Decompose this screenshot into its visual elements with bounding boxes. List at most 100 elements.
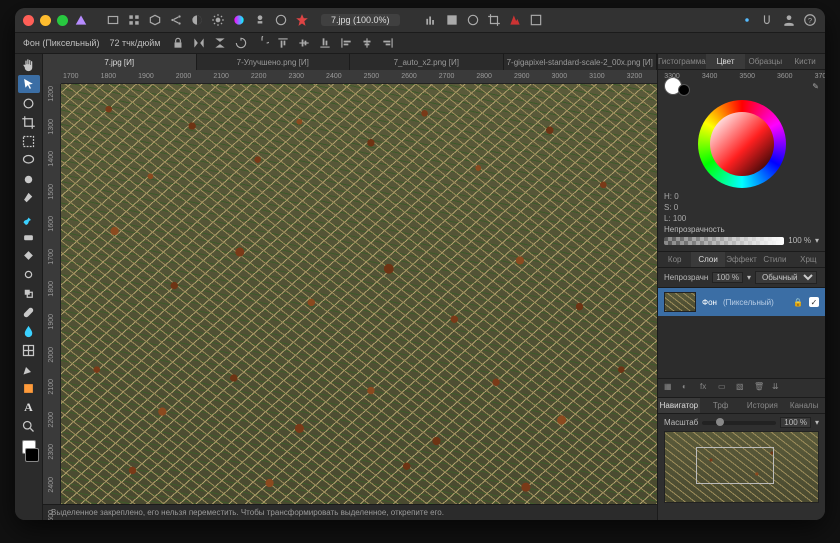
status-text: Выделенное закреплено, его нельзя переме… xyxy=(51,508,444,517)
tab-layers[interactable]: Слои xyxy=(691,252,724,267)
tab-swatches[interactable]: Образцы xyxy=(745,54,785,69)
opacity-slider[interactable] xyxy=(664,237,784,245)
adjustment-icon[interactable]: ◐ xyxy=(682,382,694,394)
ctx-rotate-cw-icon[interactable] xyxy=(254,36,270,50)
auto-icon[interactable] xyxy=(295,13,309,27)
shape-tool-icon[interactable] xyxy=(18,379,40,397)
merge-icon[interactable]: ⇊ xyxy=(772,382,784,394)
tab-transform[interactable]: Трф xyxy=(700,398,742,413)
zoom-tool-icon[interactable] xyxy=(18,417,40,435)
fx-icon[interactable] xyxy=(274,13,288,27)
zoom-dropdown-icon[interactable]: ▾ xyxy=(815,418,819,427)
share-icon[interactable] xyxy=(169,13,183,27)
healing-tool-icon[interactable] xyxy=(18,303,40,321)
delete-layer-icon[interactable]: 🗑 xyxy=(754,382,766,394)
contrast-icon[interactable] xyxy=(190,13,204,27)
sun-icon[interactable] xyxy=(211,13,225,27)
flood-select-tool-icon[interactable] xyxy=(18,189,40,207)
ctx-align-bottom-icon[interactable] xyxy=(317,36,333,50)
layer-opacity-value[interactable]: 100 % xyxy=(712,272,743,283)
stamp-icon[interactable] xyxy=(253,13,267,27)
ctx-align-top-icon[interactable] xyxy=(275,36,291,50)
paint-brush-tool-icon[interactable] xyxy=(18,208,40,226)
add-layer-icon[interactable]: ▧ xyxy=(736,382,748,394)
status-bar: Выделенное закреплено, его нельзя переме… xyxy=(43,504,657,520)
color-picker-tool-icon[interactable] xyxy=(18,94,40,112)
dodge-tool-icon[interactable] xyxy=(18,265,40,283)
zoom-value[interactable]: 100 % xyxy=(780,417,811,428)
assistant-icon[interactable] xyxy=(740,13,754,27)
tab-navigator[interactable]: Навигатор xyxy=(658,398,700,413)
canvas[interactable] xyxy=(61,84,657,504)
layer-row[interactable]: Фон (Пиксельный) 🔒 ✓ xyxy=(658,288,825,316)
crop-icon[interactable] xyxy=(487,13,501,27)
ctx-align-center-icon[interactable] xyxy=(359,36,375,50)
blend-mode-select[interactable]: Обычный xyxy=(755,271,817,284)
lock-icon[interactable]: 🔒 xyxy=(793,298,803,307)
tab-styles[interactable]: Стили xyxy=(758,252,791,267)
tab-stock[interactable]: Хрщ xyxy=(792,252,825,267)
tab-adjustments[interactable]: Кор xyxy=(658,252,691,267)
marquee-tool-icon[interactable] xyxy=(18,132,40,150)
cube-icon[interactable] xyxy=(148,13,162,27)
eyedropper-icon[interactable]: ✎ xyxy=(812,82,819,91)
color-wheel[interactable] xyxy=(698,100,786,188)
quick-mask-icon[interactable] xyxy=(529,13,543,27)
erase-tool-icon[interactable] xyxy=(18,227,40,245)
document-tab[interactable]: 7-gigapixel-standard-scale-2_00x.png [И] xyxy=(504,54,658,70)
fill-tool-icon[interactable] xyxy=(18,246,40,264)
document-tab[interactable]: 7.jpg [И] xyxy=(43,54,197,70)
document-tab[interactable]: 7_auto_x2.png [И] xyxy=(350,54,504,70)
layer-visible-checkbox[interactable]: ✓ xyxy=(809,297,819,307)
background-swatch[interactable] xyxy=(25,448,39,462)
tab-channels[interactable]: Каналы xyxy=(783,398,825,413)
maximize-window-button[interactable] xyxy=(57,15,68,26)
app-window: 7.jpg (100.0%) ? Фон (Пиксельный) 72 тчк… xyxy=(15,8,825,520)
snapping-icon[interactable] xyxy=(761,13,775,27)
lasso-tool-icon[interactable] xyxy=(18,151,40,169)
tab-histogram[interactable]: Гистограмма xyxy=(658,54,706,69)
ctx-lock-icon[interactable] xyxy=(170,36,186,50)
clone-tool-icon[interactable] xyxy=(18,284,40,302)
swatches-icon[interactable] xyxy=(445,13,459,27)
selection-refine-icon[interactable] xyxy=(508,13,522,27)
navigator-preview[interactable] xyxy=(664,431,819,503)
hand-tool-icon[interactable] xyxy=(18,56,40,74)
crop-tool-icon[interactable] xyxy=(18,113,40,131)
tab-effects[interactable]: Эффект xyxy=(725,252,758,267)
text-tool-icon[interactable]: A xyxy=(18,398,40,416)
pen-tool-icon[interactable] xyxy=(18,360,40,378)
tab-color[interactable]: Цвет xyxy=(706,54,746,69)
histogram-icon[interactable] xyxy=(424,13,438,27)
file-open-icon[interactable] xyxy=(106,13,120,27)
color-swatch[interactable] xyxy=(18,440,39,462)
close-window-button[interactable] xyxy=(23,15,34,26)
ctx-align-right-icon[interactable] xyxy=(380,36,396,50)
secondary-color-swatch[interactable] xyxy=(678,84,690,96)
adjustments-icon[interactable] xyxy=(466,13,480,27)
opacity-dropdown-icon[interactable]: ▾ xyxy=(815,236,819,245)
group-icon[interactable]: ▭ xyxy=(718,382,730,394)
tab-brushes[interactable]: Кисти xyxy=(785,54,825,69)
mesh-warp-tool-icon[interactable] xyxy=(18,341,40,359)
color-wheel-icon[interactable] xyxy=(232,13,246,27)
right-panels: Гистограмма Цвет Образцы Кисти ✎ H: 0 S:… xyxy=(657,54,825,520)
help-icon[interactable]: ? xyxy=(803,13,817,27)
fx-layer-icon[interactable]: fx xyxy=(700,382,712,394)
tab-history[interactable]: История xyxy=(742,398,784,413)
ctx-align-left-icon[interactable] xyxy=(338,36,354,50)
ctx-flip-v-icon[interactable] xyxy=(212,36,228,50)
zoom-slider[interactable] xyxy=(702,421,776,425)
document-tab[interactable]: 7-Улучшено.png [И] xyxy=(197,54,351,70)
ctx-rotate-ccw-icon[interactable] xyxy=(233,36,249,50)
ctx-align-middle-icon[interactable] xyxy=(296,36,312,50)
selection-brush-tool-icon[interactable] xyxy=(18,170,40,188)
minimize-window-button[interactable] xyxy=(40,15,51,26)
grid-icon[interactable] xyxy=(127,13,141,27)
account-icon[interactable] xyxy=(782,13,796,27)
context-dpi: 72 тчк/дюйм xyxy=(109,38,160,48)
move-tool-icon[interactable] xyxy=(18,75,40,93)
mask-icon[interactable]: ▦ xyxy=(664,382,676,394)
blur-tool-icon[interactable] xyxy=(18,322,40,340)
ctx-flip-h-icon[interactable] xyxy=(191,36,207,50)
